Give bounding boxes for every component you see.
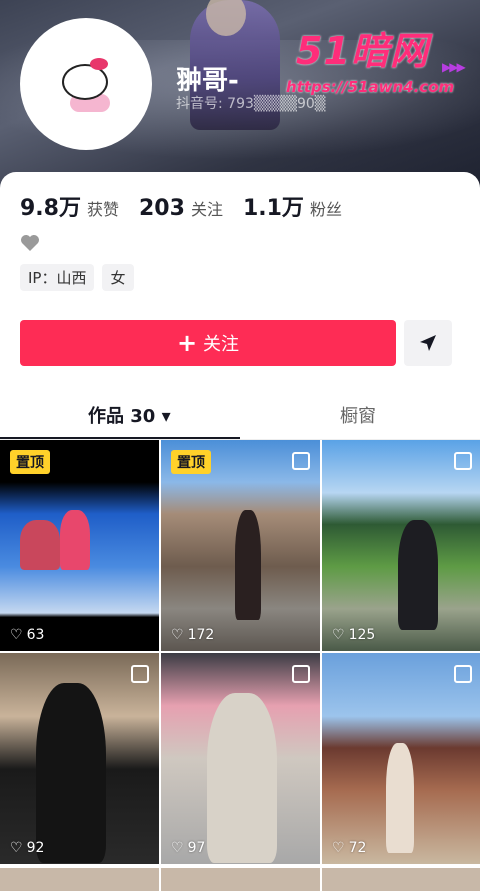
like-count: ♡ 92 [10,840,44,856]
like-value: 63 [26,627,45,643]
post-tile[interactable]: ♡ 92 [0,653,159,864]
like-value: 92 [26,840,45,856]
followers-label: 粉丝 [309,200,342,219]
profile-banner: 翀哥- 抖音号: 793▒▒▒▒90▒ 51暗网 ▶▶▶ https://51a… [0,0,480,190]
multi-image-icon [454,452,472,470]
heart-outline-icon: ♡ [332,840,345,856]
heart-outline-icon: ♡ [332,627,345,643]
multi-image-icon [292,665,310,683]
following-label: 关注 [190,200,223,219]
tab-window[interactable]: 橱窗 [340,402,376,428]
content-tabs: 作品 30 ▾ 橱窗 [0,392,480,440]
like-count: ♡ 63 [10,627,44,643]
follow-label: 关注 [203,334,240,355]
post-tile[interactable]: 置顶 ♡ 172 [161,440,320,651]
likes-count[interactable]: 9.8万 [20,190,81,222]
pinned-badge: 置顶 [171,450,211,474]
like-value: 172 [187,627,215,643]
hello-kitty-icon [56,54,116,114]
multi-image-icon [454,665,472,683]
tags-row: IP：山西 女 [20,264,134,291]
follow-button[interactable]: + 关注 [20,320,396,366]
like-value: 72 [348,840,367,856]
active-tab-indicator [0,437,240,439]
like-count: ♡ 125 [332,627,375,643]
username: 翀哥- [176,66,239,96]
plus-icon: + [176,329,198,357]
following-count[interactable]: 203 [139,196,185,221]
like-count: ♡ 172 [171,627,214,643]
posts-grid: 置顶 ♡ 63 置顶 ♡ 172 ♡ 125 ♡ 92 ♡ 97 ♡ 72 [0,440,480,864]
multi-image-icon [131,665,149,683]
message-button[interactable] [404,320,452,366]
post-tile[interactable]: 置顶 ♡ 63 [0,440,159,651]
post-tile[interactable]: ♡ 72 [322,653,480,864]
tab-works[interactable]: 作品 30 ▾ [88,402,171,428]
next-row-preview [0,868,480,891]
post-tile-partial[interactable] [322,868,480,891]
avatar[interactable] [20,18,152,150]
like-count: ♡ 72 [332,840,366,856]
watermark-url: https://51awn4.com [286,78,455,96]
like-count: ♡ 97 [171,840,205,856]
watermark-arrows-icon: ▶▶▶ [442,60,466,74]
multi-image-icon [292,452,310,470]
post-tile-partial[interactable] [0,868,159,891]
douyin-id[interactable]: 抖音号: 793▒▒▒▒90▒ [176,93,326,113]
post-tile[interactable]: ♡ 97 [161,653,320,864]
send-icon [420,335,436,351]
likes-label: 获赞 [86,200,119,219]
post-tile-partial[interactable] [161,868,320,891]
grey-heart-icon [20,234,40,257]
ip-location-tag: IP：山西 [20,264,95,291]
like-value: 125 [348,627,376,643]
gender-tag: 女 [102,264,134,291]
heart-outline-icon: ♡ [171,627,184,643]
watermark-logo: 51暗网 [296,29,429,73]
heart-outline-icon: ♡ [171,840,184,856]
stats-row: 9.8万 获赞 203 关注 1.1万 粉丝 [20,190,362,222]
heart-outline-icon: ♡ [10,627,23,643]
post-tile[interactable]: ♡ 125 [322,440,480,651]
pinned-badge: 置顶 [10,450,50,474]
heart-outline-icon: ♡ [10,840,23,856]
followers-count[interactable]: 1.1万 [243,190,304,222]
like-value: 97 [187,840,206,856]
